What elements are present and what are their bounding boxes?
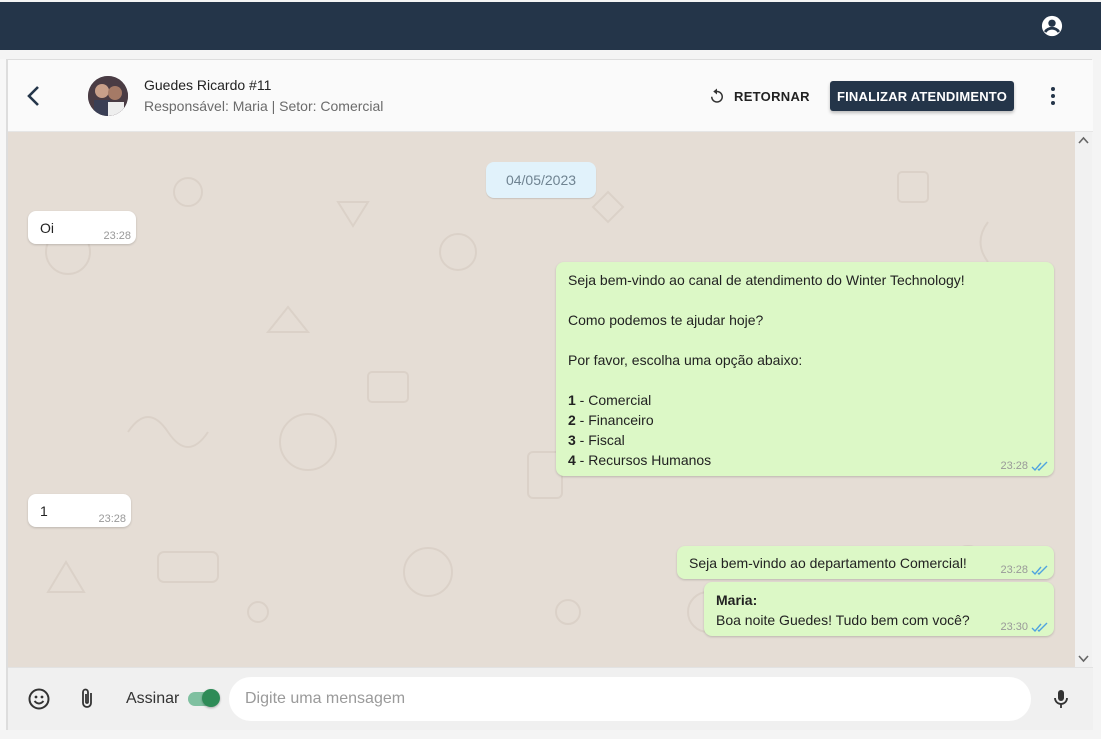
double-check-icon (1031, 565, 1048, 576)
arrow-back-icon[interactable] (24, 82, 44, 110)
account-circle-icon[interactable] (1041, 15, 1063, 37)
message-author: Maria: (716, 592, 758, 608)
avatar[interactable] (88, 76, 128, 116)
menu-option-4: 4 - Recursos Humanos (568, 450, 711, 470)
menu-option-3: 3 - Fiscal (568, 430, 625, 450)
double-check-icon (1031, 461, 1048, 472)
message-input[interactable] (229, 677, 1031, 721)
contact-subtitle: Responsável: Maria | Setor: Comercial (144, 98, 384, 114)
more-vert-icon[interactable] (1044, 84, 1062, 108)
top-app-bar (0, 2, 1101, 50)
message-bubble-incoming: 1 23:28 (28, 494, 131, 527)
menu-option-1: 1 - Comercial (568, 390, 651, 410)
emoji-icon[interactable] (27, 687, 51, 711)
message-composer: Assinar (8, 667, 1093, 730)
undo-icon (711, 88, 723, 103)
retornar-button[interactable]: RETORNAR (708, 82, 810, 110)
message-text: Seja bem-vindo ao departamento Comercial… (689, 555, 967, 571)
message-time: 23:28 (1000, 564, 1028, 576)
message-bubble-incoming: Oi 23:28 (28, 211, 136, 244)
messages-scrollbar[interactable] (1075, 132, 1092, 667)
date-chip: 04/05/2023 (486, 162, 596, 198)
messages-area[interactable]: 04/05/2023 Oi 23:28 Seja bem-vindo ao ca… (8, 132, 1075, 667)
message-text: Boa noite Guedes! Tudo bem com você? (716, 612, 970, 628)
assinar-toggle[interactable] (188, 689, 220, 707)
option-number: 1 (568, 392, 576, 408)
message-bubble-outgoing: Seja bem-vindo ao departamento Comercial… (677, 546, 1054, 579)
option-number: 4 (568, 452, 576, 468)
message-time: 23:30 (1000, 621, 1028, 633)
message-bubble-outgoing: Maria: Boa noite Guedes! Tudo bem com vo… (704, 582, 1054, 636)
message-text: Por favor, escolha uma opção abaixo: (568, 352, 803, 368)
option-label: - Fiscal (575, 432, 625, 448)
message-time: 23:28 (1000, 460, 1028, 472)
scroll-arrows-icon (1078, 136, 1089, 663)
option-number: 2 (568, 412, 576, 428)
chat-header: Guedes Ricardo #11 Responsável: Maria | … (8, 60, 1093, 132)
toggle-knob (202, 689, 220, 707)
message-time: 23:28 (98, 513, 126, 525)
left-panel-edge (0, 59, 7, 730)
contact-name: Guedes Ricardo #11 (144, 77, 272, 93)
message-text: Oi (40, 220, 54, 236)
message-text: Seja bem-vindo ao canal de atendimento d… (568, 272, 965, 288)
retornar-label: RETORNAR (734, 88, 810, 104)
assinar-label: Assinar (126, 690, 180, 707)
mic-icon[interactable] (1049, 687, 1073, 711)
option-label: - Financeiro (575, 412, 654, 428)
message-text: Como podemos te ajudar hoje? (568, 312, 764, 328)
message-text: 1 (40, 503, 48, 519)
menu-option-2: 2 - Financeiro (568, 410, 654, 430)
double-check-icon (1031, 622, 1048, 633)
option-label: - Comercial (575, 392, 652, 408)
message-time: 23:28 (103, 230, 131, 242)
attach-icon[interactable] (75, 687, 99, 711)
option-label: - Recursos Humanos (575, 452, 712, 468)
chat-window: Guedes Ricardo #11 Responsável: Maria | … (7, 59, 1093, 730)
finalizar-atendimento-button[interactable]: FINALIZAR ATENDIMENTO (830, 81, 1014, 111)
message-bubble-outgoing: Seja bem-vindo ao canal de atendimento d… (556, 262, 1054, 476)
option-number: 3 (568, 432, 576, 448)
